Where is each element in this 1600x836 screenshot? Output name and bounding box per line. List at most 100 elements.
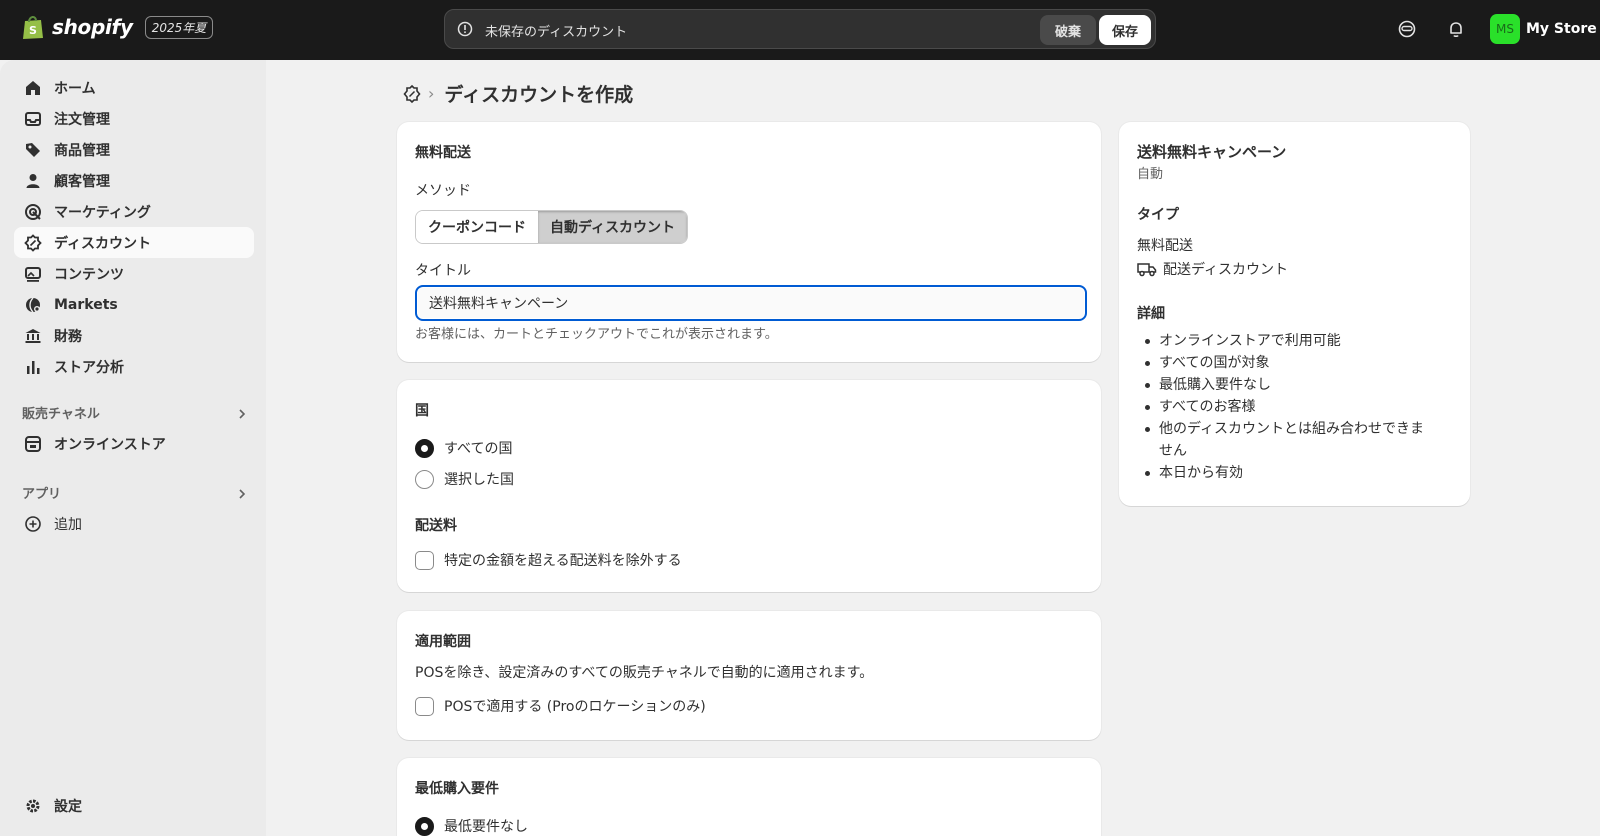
sidebar-item-customers[interactable]: 顧客管理	[14, 165, 254, 196]
discount-icon	[24, 233, 42, 252]
all-countries-radio[interactable]: すべての国	[415, 438, 512, 458]
tag-icon	[26, 142, 40, 157]
sidebar-item-label: オンラインストア	[54, 436, 166, 453]
radio-label: すべての国	[444, 441, 513, 457]
list-item: すべての国が対象	[1137, 352, 1437, 374]
list-item: オンラインストアで利用可能	[1137, 330, 1437, 352]
summary-type-detail-label: 配送ディスカウント	[1163, 262, 1289, 278]
store-name: My Store	[1526, 21, 1597, 37]
title-input[interactable]: 送料無料キャンペーン	[415, 285, 1087, 321]
exclude-rates-checkbox[interactable]: 特定の金額を超える配送料を除外する	[415, 550, 682, 570]
page-title: ディスカウントを作成	[444, 84, 634, 106]
sidebar-item-finance[interactable]: 財務	[14, 320, 254, 351]
store-avatar: MS	[1490, 14, 1520, 44]
summary-details-heading: 詳細	[1137, 306, 1165, 322]
inbox-icon	[25, 111, 41, 126]
method-card: 無料配送 メソッド クーポンコード 自動ディスカウント タイトル 送料無料キャン…	[397, 122, 1101, 362]
sidebar-item-discounts[interactable]: ディスカウント	[14, 227, 254, 258]
summary-type-heading: タイプ	[1137, 207, 1179, 223]
sidebar-item-settings[interactable]: 設定	[14, 790, 254, 821]
sidebar-item-orders[interactable]: 注文管理	[14, 103, 254, 134]
checkbox-label: POSで適用する (Proのロケーションのみ)	[444, 699, 706, 715]
svg-text:S: S	[29, 24, 37, 37]
radio-selected[interactable]	[415, 816, 434, 836]
breadcrumb: › ディスカウントを作成	[402, 80, 633, 107]
sidebar-item-online-store[interactable]: オンラインストア	[14, 428, 254, 459]
sidebar-item-label: ディスカウント	[54, 235, 152, 252]
sidebar-item-marketing[interactable]: マーケティング	[14, 196, 254, 227]
summary-details-list: オンラインストアで利用可能 すべての国が対象 最低購入要件なし すべてのお客様 …	[1137, 330, 1437, 484]
alert-circle-icon	[457, 21, 473, 37]
sales-channels-heading: 販売チャネル	[22, 407, 100, 422]
summary-mode: 自動	[1137, 167, 1164, 182]
list-item: すべてのお客様	[1137, 396, 1437, 418]
checkbox-label: 特定の金額を超える配送料を除外する	[444, 553, 682, 569]
title-label: タイトル	[415, 263, 471, 279]
shipping-rates-heading: 配送料	[415, 518, 457, 534]
sidekick-icon[interactable]	[1397, 19, 1417, 39]
bank-icon	[25, 328, 41, 343]
sidebar-item-label: Markets	[54, 296, 118, 313]
sidebar-item-add-app[interactable]: 追加	[14, 508, 254, 539]
title-help-text: お客様には、カートとチェックアウトでこれが表示されます。	[415, 327, 778, 342]
summary-type-value: 無料配送	[1137, 238, 1193, 254]
sidebar-item-label: ホーム	[54, 80, 96, 97]
card-title: 国	[415, 403, 429, 419]
no-minimum-radio[interactable]: 最低要件なし	[415, 816, 528, 836]
gear-icon	[26, 799, 40, 812]
chevron-right-icon[interactable]	[236, 488, 248, 500]
sidebar-item-home[interactable]: ホーム	[14, 72, 254, 103]
sidebar: ホーム 注文管理 商品管理 顧客管理 マーケティング ディスカウント コンテンツ…	[0, 60, 266, 836]
shopify-logo[interactable]: S shopify 2025年夏	[22, 14, 214, 40]
selected-countries-radio[interactable]: 選択した国	[415, 469, 514, 489]
list-item: 最低購入要件なし	[1137, 374, 1437, 396]
scope-description: POSを除き、設定済みのすべての販売チャネルで自動的に適用されます。	[415, 665, 874, 681]
sidebar-item-label: コンテンツ	[54, 266, 124, 283]
radio-unselected[interactable]	[415, 469, 434, 489]
summary-discount-name: 送料無料キャンペーン	[1137, 143, 1287, 161]
radio-selected[interactable]	[415, 438, 434, 458]
checkbox[interactable]	[415, 696, 434, 716]
method-label: メソッド	[415, 183, 471, 199]
sidebar-item-label: 顧客管理	[54, 173, 110, 190]
sidebar-item-content[interactable]: コンテンツ	[14, 258, 254, 289]
save-button[interactable]: 保存	[1099, 15, 1151, 45]
store-menu[interactable]: MS My Store	[1490, 14, 1597, 44]
coupon-code-option[interactable]: クーポンコード	[416, 211, 538, 243]
card-title: 適用範囲	[415, 634, 471, 650]
automatic-discount-option[interactable]: 自動ディスカウント	[538, 211, 688, 243]
discard-button[interactable]: 破棄	[1040, 15, 1096, 45]
plus-circle-icon	[25, 515, 41, 532]
list-item: 本日から有効	[1137, 462, 1437, 484]
card-title: 無料配送	[415, 145, 471, 161]
discount-icon[interactable]	[402, 84, 422, 104]
target-icon	[25, 203, 41, 220]
radio-label: 選択した国	[444, 472, 514, 488]
card-title: 最低購入要件	[415, 781, 499, 797]
sidebar-item-label: 設定	[54, 798, 82, 815]
truck-icon	[1137, 263, 1157, 277]
sidebar-item-label: 追加	[54, 516, 82, 533]
pos-checkbox[interactable]: POSで適用する (Proのロケーションのみ)	[415, 696, 706, 716]
checkbox[interactable]	[415, 550, 434, 570]
sidebar-item-label: 注文管理	[54, 111, 110, 128]
image-icon	[25, 266, 41, 282]
home-icon	[26, 80, 40, 95]
chevron-right-icon[interactable]	[236, 408, 248, 420]
storefront-icon	[25, 435, 41, 452]
summary-type-detail: 配送ディスカウント	[1137, 259, 1288, 279]
minimum-requirements-card: 最低購入要件 最低要件なし	[397, 758, 1101, 836]
unsaved-message: 未保存のディスカウント	[485, 25, 628, 40]
sidebar-item-label: マーケティング	[54, 204, 151, 221]
shopify-bag-icon: S	[23, 16, 43, 39]
sidebar-item-markets[interactable]: Markets	[14, 289, 254, 320]
bar-chart-icon	[27, 360, 40, 374]
edition-badge[interactable]: 2025年夏	[144, 15, 214, 39]
apps-heading: アプリ	[22, 487, 62, 502]
top-bar: S shopify 2025年夏 未保存のディスカウント 破棄 保存 MS My…	[0, 0, 1600, 60]
person-icon	[26, 173, 40, 188]
sidebar-item-products[interactable]: 商品管理	[14, 134, 254, 165]
brand-name: shopify	[52, 15, 133, 39]
sidebar-item-analytics[interactable]: ストア分析	[14, 351, 254, 382]
bell-icon[interactable]	[1446, 19, 1466, 39]
